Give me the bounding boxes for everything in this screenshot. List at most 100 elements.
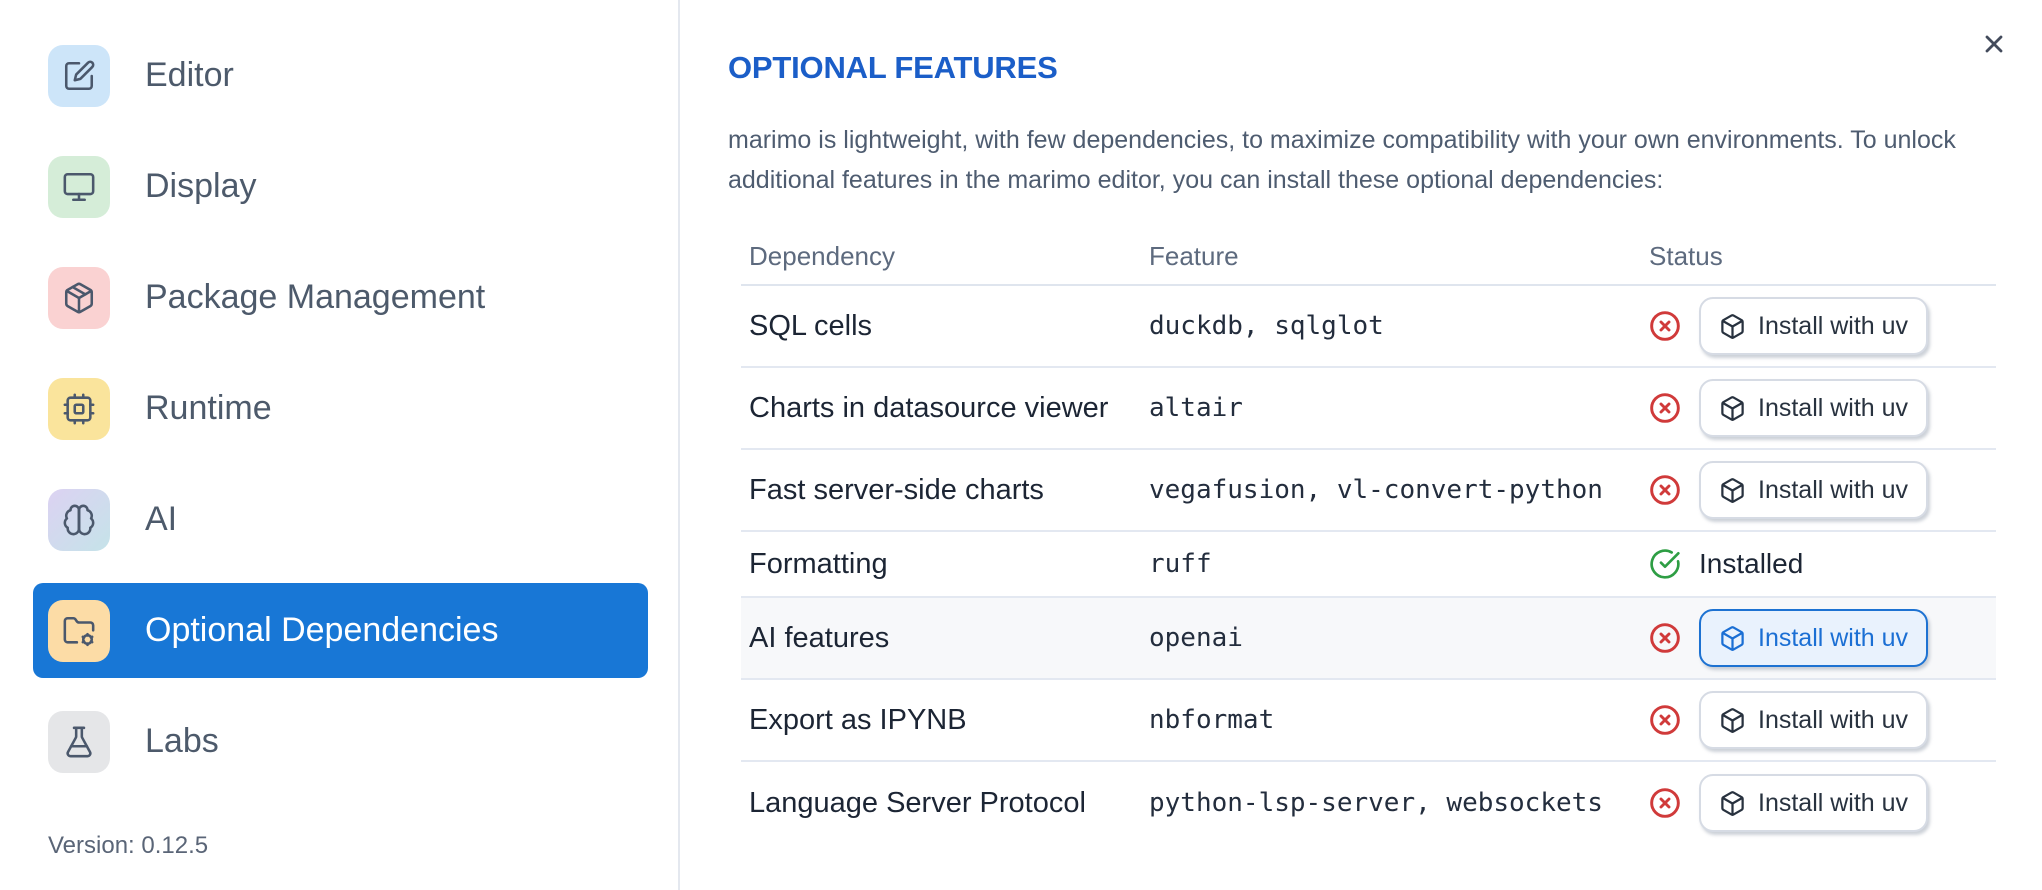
dependency-cell: SQL cells: [749, 309, 873, 342]
box-icon: [1721, 313, 1744, 339]
box-icon: [1721, 707, 1744, 733]
flask-icon: [66, 726, 92, 757]
dependencies-table: Dependency Feature Status SQL cells duck…: [741, 228, 1996, 844]
version-label: Version: 0.12.5: [48, 832, 209, 859]
sidebar-item-label: Display: [145, 167, 257, 205]
folder-cog-icon: [63, 616, 95, 646]
feature-cell: nbformat: [1149, 705, 1275, 735]
status-missing-icon: [1649, 622, 1681, 654]
box-icon: [1721, 477, 1744, 503]
dependency-cell: Language Server Protocol: [749, 786, 1086, 819]
column-header-feature: Feature: [1149, 240, 1239, 271]
feature-cell: openai: [1149, 623, 1243, 653]
status-cell: Install with uv: [1641, 774, 1996, 832]
status-installed-icon: [1649, 548, 1681, 580]
square-pen-icon: [64, 60, 95, 90]
install-button-label: Install with uv: [1758, 311, 1909, 340]
table-row: Language Server Protocol python-lsp-serv…: [741, 762, 1996, 844]
table-row: AI features openai Install with uv: [741, 598, 1996, 680]
circle-x-icon: [1650, 623, 1680, 653]
close-button[interactable]: [1974, 24, 2014, 64]
sidebar-item-optional-dependencies[interactable]: Optional Dependencies: [33, 583, 648, 678]
dependency-cell: AI features: [749, 621, 890, 654]
package-icon: [64, 282, 94, 313]
column-header-status: Status: [1649, 240, 1723, 271]
table-row: Charts in datasource viewer altair Insta…: [741, 368, 1996, 450]
installed-label: Installed: [1699, 548, 1804, 579]
status-cell: Install with uv: [1641, 609, 1996, 667]
install-with-uv-button[interactable]: Install with uv: [1699, 461, 1929, 519]
panel-description: marimo is lightweight, with few dependen…: [728, 126, 1956, 194]
feature-cell: duckdb, sqlglot: [1149, 311, 1384, 341]
sidebar-item-label: Optional Dependencies: [145, 611, 499, 649]
table-row: Formatting ruff Installed: [741, 532, 1996, 598]
feature-cell: ruff: [1149, 549, 1212, 579]
install-button-label: Install with uv: [1758, 475, 1909, 504]
box-icon: [1721, 790, 1744, 816]
feature-cell: python-lsp-server, websockets: [1149, 788, 1603, 818]
sidebar-item-display[interactable]: Display: [33, 139, 648, 234]
sidebar: Editor Display Package Management Runtim…: [0, 0, 680, 890]
dependency-cell: Export as IPYNB: [749, 703, 967, 736]
brain-icon: [63, 504, 95, 535]
circle-x-icon: [1650, 788, 1680, 818]
box-icon: [1721, 395, 1744, 421]
sidebar-item-labs[interactable]: Labs: [33, 694, 648, 789]
circle-x-icon: [1650, 393, 1680, 423]
install-with-uv-button[interactable]: Install with uv: [1699, 379, 1929, 437]
folder-cog-icon-box: [48, 599, 110, 662]
x-icon: [1985, 35, 2003, 53]
table-row: Export as IPYNB nbformat Install with uv: [741, 680, 1996, 762]
cpu-icon: [63, 393, 95, 424]
dependency-cell: Formatting: [749, 547, 888, 580]
brain-icon-box: [48, 488, 110, 551]
optional-features-panel: OPTIONAL FEATURES marimo is lightweight,…: [680, 0, 2042, 890]
sidebar-item-package-management[interactable]: Package Management: [33, 250, 648, 345]
status-cell: Install with uv: [1641, 379, 1996, 437]
status-missing-icon: [1649, 474, 1681, 506]
status-missing-icon: [1649, 310, 1681, 342]
table-row: Fast server-side charts vegafusion, vl-c…: [741, 450, 1996, 532]
sidebar-item-label: Runtime: [145, 389, 272, 427]
install-button-label: Install with uv: [1758, 393, 1909, 422]
sidebar-item-label: Editor: [145, 56, 234, 94]
table-header-row: Dependency Feature Status: [741, 228, 1996, 286]
dependency-cell: Charts in datasource viewer: [749, 391, 1109, 424]
sidebar-item-label: Package Management: [145, 278, 486, 316]
settings-dialog: Editor Display Package Management Runtim…: [0, 0, 2042, 890]
sidebar-item-ai[interactable]: AI: [33, 472, 648, 567]
sidebar-item-editor[interactable]: Editor: [33, 28, 648, 123]
install-button-label: Install with uv: [1758, 705, 1909, 734]
cpu-icon-box: [48, 377, 110, 440]
install-button-label: Install with uv: [1758, 788, 1909, 817]
sidebar-item-runtime[interactable]: Runtime: [33, 361, 648, 456]
monitor-icon-box: [48, 155, 110, 218]
status-cell: Install with uv: [1641, 691, 1996, 749]
install-with-uv-button[interactable]: Install with uv: [1699, 774, 1929, 832]
status-missing-icon: [1649, 704, 1681, 736]
sidebar-item-label: Labs: [145, 722, 219, 760]
circle-x-icon: [1650, 475, 1680, 505]
circle-check-icon: [1650, 549, 1680, 579]
install-with-uv-button[interactable]: Install with uv: [1699, 691, 1929, 749]
sidebar-item-label: AI: [145, 500, 178, 538]
install-button-label: Install with uv: [1758, 623, 1909, 652]
status-missing-icon: [1649, 787, 1681, 819]
square-pen-icon-box: [48, 44, 110, 107]
install-with-uv-button[interactable]: Install with uv: [1699, 609, 1929, 667]
install-with-uv-button[interactable]: Install with uv: [1699, 297, 1929, 355]
table-row: SQL cells duckdb, sqlglot Install with u…: [741, 286, 1996, 368]
table-body: SQL cells duckdb, sqlglot Install with u…: [741, 286, 1996, 844]
monitor-icon: [63, 172, 95, 201]
circle-x-icon: [1650, 311, 1680, 341]
flask-icon-box: [48, 710, 110, 773]
status-cell: Install with uv: [1641, 461, 1996, 519]
box-icon: [1721, 625, 1744, 651]
feature-cell: vegafusion, vl-convert-python: [1149, 475, 1603, 505]
circle-x-icon: [1650, 705, 1680, 735]
package-icon-box: [48, 266, 110, 329]
status-cell: Install with uv: [1641, 297, 1996, 355]
status-cell: Installed: [1641, 548, 1996, 580]
feature-cell: altair: [1149, 393, 1243, 423]
column-header-dependency: Dependency: [749, 240, 895, 271]
